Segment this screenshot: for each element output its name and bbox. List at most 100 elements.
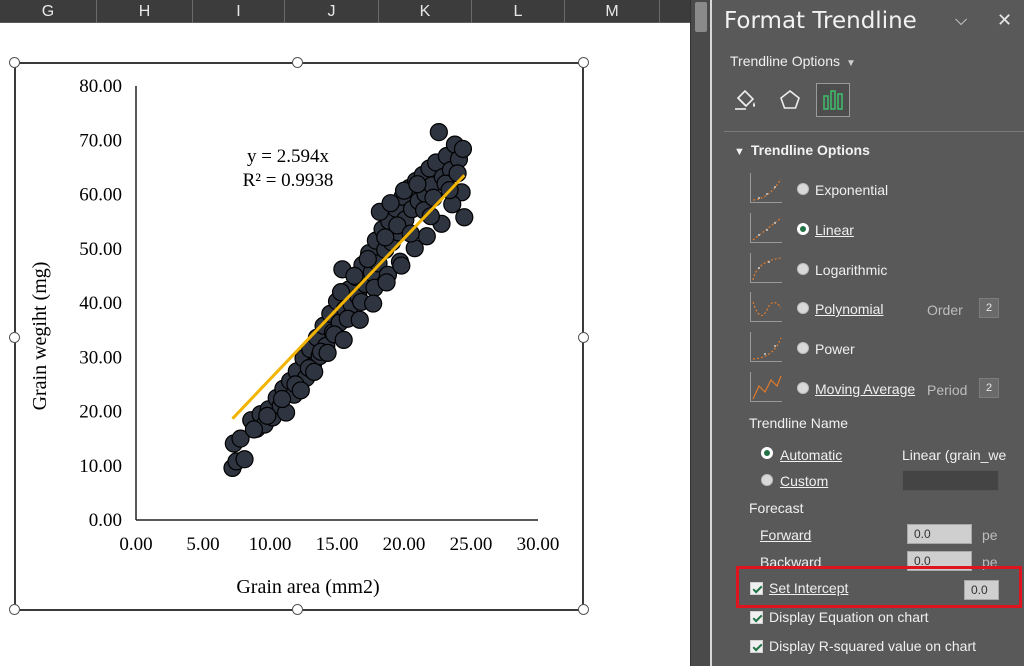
resize-handle-left[interactable] [9,332,20,343]
column-header-l[interactable]: L [472,0,565,23]
resize-handle-right[interactable] [578,332,589,343]
x-tick-label: 20.00 [383,534,426,555]
paint-bucket-icon [735,89,755,110]
automatic-radio[interactable] [761,447,773,459]
trendline-options-dropdown[interactable]: Trendline Options ▼ [730,53,856,69]
x-tick-label: 30.00 [517,534,560,555]
data-point[interactable] [318,343,337,363]
column-header-m[interactable]: M [565,0,660,23]
data-point[interactable] [291,381,310,400]
data-point[interactable] [305,362,324,381]
polynomial-radio[interactable] [797,302,809,314]
linear-radio[interactable] [797,223,809,235]
data-point[interactable] [334,330,353,349]
data-point[interactable] [408,175,427,194]
logarithmic-label: Logarithmic [815,262,888,278]
logarithmic-preview-icon [750,253,782,283]
period-input[interactable]: 2 [979,378,999,398]
resize-handle-bottom-left[interactable] [9,604,20,615]
chevron-down-icon[interactable]: ⌵ [955,12,967,30]
data-point[interactable] [429,123,448,142]
effects-tab[interactable] [773,83,807,117]
data-point[interactable] [358,249,377,269]
period-label: Period [927,382,968,398]
scrollbar-thumb[interactable] [695,2,707,32]
forward-input[interactable]: 0.0 [907,524,972,544]
y-axis-title[interactable]: Grain wegiht (mg) [29,262,51,411]
resize-handle-top-right[interactable] [578,57,589,68]
trendline-options-tab[interactable] [816,83,850,117]
column-header-g[interactable]: G [0,0,97,23]
data-point[interactable] [392,256,411,275]
trendline-equation-label[interactable]: y = 2.594x [247,146,329,167]
order-input[interactable]: 2 [979,298,999,318]
y-tick-label: 50.00 [79,239,122,260]
y-tick-label: 80.00 [79,76,122,97]
close-icon[interactable]: ✕ [997,10,1012,31]
data-point[interactable] [364,294,383,313]
forecast-label: Forecast [749,500,804,516]
trendline-options-dropdown-label: Trendline Options [730,53,840,69]
vertical-scrollbar[interactable] [690,0,710,666]
data-point[interactable] [272,389,292,409]
data-point[interactable] [381,194,400,213]
data-point[interactable] [455,208,474,227]
x-tick-label: 5.00 [186,534,219,555]
display-r-squared-label[interactable]: Display R-squared value on chart [769,638,976,654]
trendline[interactable] [231,174,466,420]
resize-handle-bottom-right[interactable] [578,604,589,615]
data-point[interactable] [345,266,364,285]
data-point[interactable] [376,228,395,247]
moving-average-radio[interactable] [797,382,809,394]
column-header-k[interactable]: K [379,0,472,23]
bar-chart-icon [823,90,843,110]
x-tick-label: 25.00 [450,534,493,555]
power-preview-icon [750,332,782,362]
polynomial-label: Polynomial [815,301,884,317]
data-point[interactable] [377,273,396,292]
data-point[interactable] [235,450,254,469]
exponential-radio[interactable] [797,183,809,195]
trendline-name-label: Trendline Name [749,415,849,431]
exponential-preview-icon [750,173,782,203]
resize-handle-top-left[interactable] [9,57,20,68]
linear-preview-icon [750,213,782,243]
chart-object[interactable]: 0.00 10.00 20.00 30.00 40.00 50.00 60.00 70.00 8… [14,62,584,611]
automatic-label[interactable]: Automatic [780,447,842,463]
fill-line-tab[interactable] [728,83,762,117]
column-header-i[interactable]: I [193,0,285,23]
polynomial-preview-icon [750,292,782,322]
y-tick-label: 10.00 [79,456,122,477]
y-tick-label: 40.00 [79,293,122,314]
y-tick-label: 70.00 [79,130,122,151]
data-point[interactable] [453,139,473,159]
exponential-label: Exponential [815,182,889,198]
custom-radio[interactable] [761,474,773,486]
display-equation-label[interactable]: Display Equation on chart [769,609,929,625]
forward-unit-label: pe [982,527,998,543]
column-header-h[interactable]: H [97,0,193,23]
custom-label[interactable]: Custom [780,473,828,489]
display-r-squared-checkbox[interactable] [750,640,763,653]
moving-average-label: Moving Average [815,381,916,397]
data-point[interactable] [350,310,369,329]
data-point[interactable] [244,420,264,439]
display-equation-checkbox[interactable] [750,611,763,624]
logarithmic-radio[interactable] [797,263,809,275]
custom-name-input[interactable] [902,470,999,491]
column-header-j[interactable]: J [285,0,379,23]
trendline-options-section-header[interactable]: ▼ Trendline Options [734,142,870,158]
r-squared-label[interactable]: R² = 0.9938 [243,170,334,191]
y-tick-label: 20.00 [79,402,122,423]
resize-handle-bottom[interactable] [292,604,303,615]
automatic-name-value: Linear (grain_we [902,447,1007,463]
power-radio[interactable] [797,342,809,354]
data-point[interactable] [258,406,277,425]
pane-title: Format Trendline [724,8,917,34]
resize-handle-top[interactable] [292,57,303,68]
x-axis-title[interactable]: Grain area (mm2) [236,576,379,598]
column-header-bar: G H I J K L M [0,0,690,23]
data-point[interactable] [424,188,443,207]
data-point[interactable] [448,164,467,183]
scatter-chart[interactable]: 0.00 10.00 20.00 30.00 40.00 50.00 60.00 70.00 8… [16,64,582,609]
